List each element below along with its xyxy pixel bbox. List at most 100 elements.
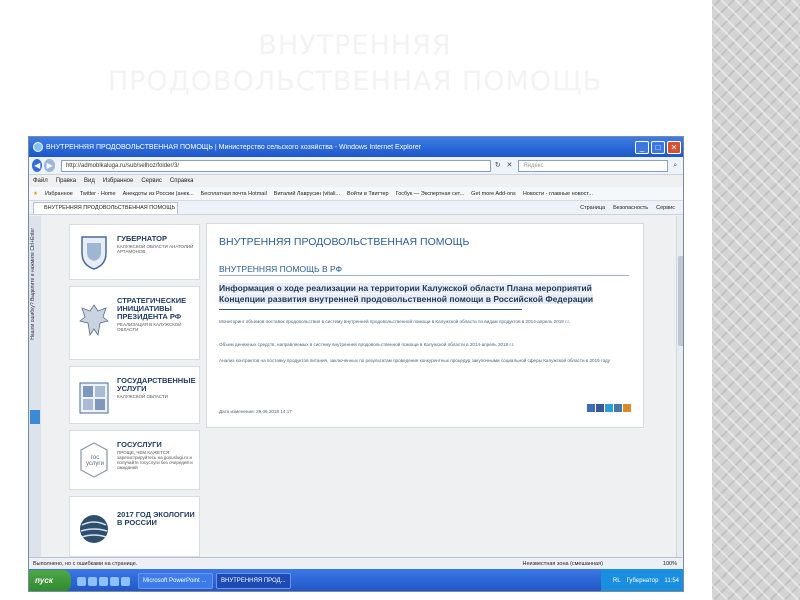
coat-of-arms-icon xyxy=(81,236,107,270)
language-indicator[interactable]: RL xyxy=(613,578,621,584)
page-title: ВНУТРЕННЯЯ ПРОДОВОЛЬСТВЕННАЯ ПОМОЩЬ xyxy=(219,236,470,248)
quick-launch-icon[interactable] xyxy=(99,576,108,586)
eagle-emblem-icon xyxy=(79,304,109,337)
browser-tab[interactable]: ВНУТРЕННЯЯ ПРОДОВОЛЬСТВЕННАЯ ПОМОЩЬ | М.… xyxy=(33,201,178,214)
slide-title-line-2: ПРОДОВОЛЬСТВЕННАЯ ПОМОЩЬ xyxy=(107,66,603,97)
security-zone: Неизвестная зона (смешанная) xyxy=(522,560,603,567)
favorite-link[interactable]: Twitter - Home xyxy=(80,191,116,197)
slide-title-line-1: ВНУТРЕННЯЯ xyxy=(258,30,452,61)
menu-help[interactable]: Справка xyxy=(170,178,194,184)
scrollbar-thumb[interactable] xyxy=(678,256,683,346)
section-title[interactable]: ВНУТРЕННЯЯ ПОМОЩЬ В РФ xyxy=(219,264,342,274)
mail-share-icon[interactable] xyxy=(623,404,631,412)
window-titlebar: ВНУТРЕННЯЯ ПРОДОВОЛЬСТВЕННАЯ ПОМОЩЬ | Ми… xyxy=(29,137,683,157)
card-heading: ГОСУСЛУГИ xyxy=(117,440,162,449)
windows-taskbar: пуск Microsoft PowerPoint ... ВНУТРЕННЯЯ… xyxy=(29,569,683,591)
accessibility-icon[interactable] xyxy=(30,410,40,424)
status-text: Выполнено, но с ошибками на странице. xyxy=(33,560,138,567)
vk-icon[interactable] xyxy=(587,404,595,412)
article-paragraph[interactable]: Объем денежных средств, направляемых в с… xyxy=(219,342,631,349)
favorite-link[interactable]: Анекдоты из России (анек... xyxy=(123,191,194,197)
taskbar-browser[interactable]: ВНУТРЕННЯЯ ПРОД... xyxy=(216,573,291,589)
card-subtitle: КАЛУЖСКОЙ ОБЛАСТИ АНАТОЛИЙ АРТАМОНОВ xyxy=(117,244,194,254)
menu-file[interactable]: Файл xyxy=(33,178,48,184)
menu-favorites[interactable]: Избранное xyxy=(103,178,133,184)
menu-tools[interactable]: Сервис xyxy=(141,178,162,184)
share-buttons xyxy=(586,404,631,412)
start-button[interactable]: пуск xyxy=(29,570,71,591)
security-menu[interactable]: Безопасность xyxy=(613,205,648,211)
search-icon[interactable]: ⌕ xyxy=(670,160,680,172)
article-panel: ВНУТРЕННЯЯ ПРОДОВОЛЬСТВЕННАЯ ПОМОЩЬ ВНУТ… xyxy=(206,223,644,428)
article-paragraph[interactable]: Мониторинг объемов поставок продовольств… xyxy=(219,319,631,326)
modified-date: Дата изменения: 29.06.2018 14:17 xyxy=(219,409,292,414)
window-title: ВНУТРЕННЯЯ ПРОДОВОЛЬСТВЕННАЯ ПОМОЩЬ | Ми… xyxy=(46,143,422,151)
quick-launch-icon[interactable] xyxy=(121,576,130,586)
article-headline[interactable]: Информация о ходе реализации на территор… xyxy=(219,283,631,305)
address-bar: ◀ ▶ http://admoblkaluga.ru/sub/selhoz/fo… xyxy=(29,157,683,175)
odnoklassniki-icon[interactable] xyxy=(614,404,622,412)
twitter-icon[interactable] xyxy=(605,404,613,412)
card-subtitle: КАЛУЖСКОЙ ОБЛАСТИ xyxy=(117,394,168,399)
globe-icon xyxy=(80,515,108,543)
gosuslugi-logo-text: гос услуги xyxy=(86,455,104,467)
page-menu[interactable]: Страница xyxy=(580,205,605,211)
browser-screenshot: ВНУТРЕННЯЯ ПРОДОВОЛЬСТВЕННАЯ ПОМОЩЬ | Ми… xyxy=(28,136,684,592)
clock: 11:54 xyxy=(664,578,679,584)
card-heading: 2017 ГОД ЭКОЛОГИИ В РОССИИ xyxy=(117,510,195,527)
quick-launch-icon[interactable] xyxy=(77,576,86,586)
search-input[interactable]: Яндекс xyxy=(518,159,669,172)
stop-icon[interactable]: ✕ xyxy=(505,160,515,172)
zoom-level[interactable]: 100% xyxy=(663,561,677,567)
tools-menu[interactable]: Сервис xyxy=(656,205,675,211)
command-bar: Страница Безопасность Сервис xyxy=(572,205,675,211)
menu-bar: Файл Правка Вид Избранное Сервис Справка xyxy=(29,175,683,187)
favorites-bar: ★ Избранное Twitter - Home Анекдоты из Р… xyxy=(29,187,683,201)
state-services-card[interactable]: ГОСУДАРСТВЕННЫЕ УСЛУГИ КАЛУЖСКОЙ ОБЛАСТИ xyxy=(69,366,200,424)
services-grid-icon xyxy=(79,382,109,414)
favorite-link[interactable]: Get more Add-ons xyxy=(471,191,516,197)
forward-icon[interactable]: ▶ xyxy=(44,159,55,172)
card-heading: ГОСУДАРСТВЕННЫЕ УСЛУГИ xyxy=(117,376,196,393)
star-icon: ★ xyxy=(33,190,38,197)
feedback-strip[interactable]: Нашли ошибку? Выделите и нажмите Ctrl+En… xyxy=(29,216,41,557)
ecology-year-card[interactable]: 2017 ГОД ЭКОЛОГИИ В РОССИИ xyxy=(69,496,200,557)
article-paragraph[interactable]: Анализ контрактов на поставку продуктов … xyxy=(219,358,631,365)
ie-logo-icon xyxy=(33,142,43,152)
minimize-icon[interactable]: _ xyxy=(635,140,649,154)
menu-edit[interactable]: Правка xyxy=(56,178,76,184)
favorite-link[interactable]: Бесплатная почта Hotmail xyxy=(201,191,267,197)
governor-card[interactable]: ГУБЕРНАТОР КАЛУЖСКОЙ ОБЛАСТИ АНАТОЛИЙ АР… xyxy=(69,224,200,280)
slide-title: ВНУТРЕННЯЯ ПРОДОВОЛЬСТВЕННАЯ ПОМОЩЬ xyxy=(0,28,710,100)
card-subtitle: ПРОЩЕ, ЧЕМ КАЖЕТСЯ зарегистрируйтесь на … xyxy=(117,450,193,470)
card-heading: ГУБЕРНАТОР xyxy=(117,234,168,243)
vertical-scrollbar[interactable] xyxy=(676,216,683,557)
quick-launch-icon[interactable] xyxy=(88,576,97,586)
card-heading: СТРАТЕГИЧЕСКИЕ ИНИЦИАТИВЫ ПРЕЗИДЕНТА РФ xyxy=(117,296,187,321)
url-input[interactable]: http://admoblkaluga.ru/sub/selhoz/folder… xyxy=(60,159,491,172)
back-icon[interactable]: ◀ xyxy=(32,159,43,172)
headline-underline xyxy=(219,309,522,310)
close-icon[interactable]: ✕ xyxy=(667,140,681,154)
headline-text[interactable]: Информация о ходе реализации на территор… xyxy=(219,283,594,304)
taskbar-powerpoint[interactable]: Microsoft PowerPoint ... xyxy=(138,573,213,589)
favorite-link[interactable]: Госбук — Экспертная сет... xyxy=(396,191,465,197)
card-subtitle: РЕАЛИЗАЦИЯ В КАЛУЖСКОЙ ОБЛАСТИ xyxy=(117,322,182,332)
menu-view[interactable]: Вид xyxy=(84,178,95,184)
decorative-pattern xyxy=(712,0,800,600)
favorites-button[interactable]: Избранное xyxy=(45,191,73,197)
section-divider xyxy=(219,275,629,276)
tray-item[interactable]: Губернатор xyxy=(627,578,659,584)
favorite-link[interactable]: Виталий Лаврусин (vitali... xyxy=(274,191,340,197)
maximize-icon[interactable]: □ xyxy=(651,140,665,154)
favorite-link[interactable]: Новости - главные новост... xyxy=(523,191,593,197)
quick-launch-icon[interactable] xyxy=(110,576,119,586)
feedback-text: Нашли ошибку? Выделите и нажмите Ctrl+En… xyxy=(30,228,36,340)
refresh-icon[interactable]: ↻ xyxy=(493,160,503,172)
president-initiatives-card[interactable]: СТРАТЕГИЧЕСКИЕ ИНИЦИАТИВЫ ПРЕЗИДЕНТА РФ … xyxy=(69,286,200,360)
page-viewport: Нашли ошибку? Выделите и нажмите Ctrl+En… xyxy=(29,216,683,557)
favorite-link[interactable]: Войти в Твиттер xyxy=(347,191,389,197)
status-bar: Выполнено, но с ошибками на странице. Не… xyxy=(29,557,683,569)
facebook-icon[interactable] xyxy=(596,404,604,412)
gosuslugi-card[interactable]: гос услуги ГОСУСЛУГИ ПРОЩЕ, ЧЕМ КАЖЕТСЯ … xyxy=(69,430,200,490)
